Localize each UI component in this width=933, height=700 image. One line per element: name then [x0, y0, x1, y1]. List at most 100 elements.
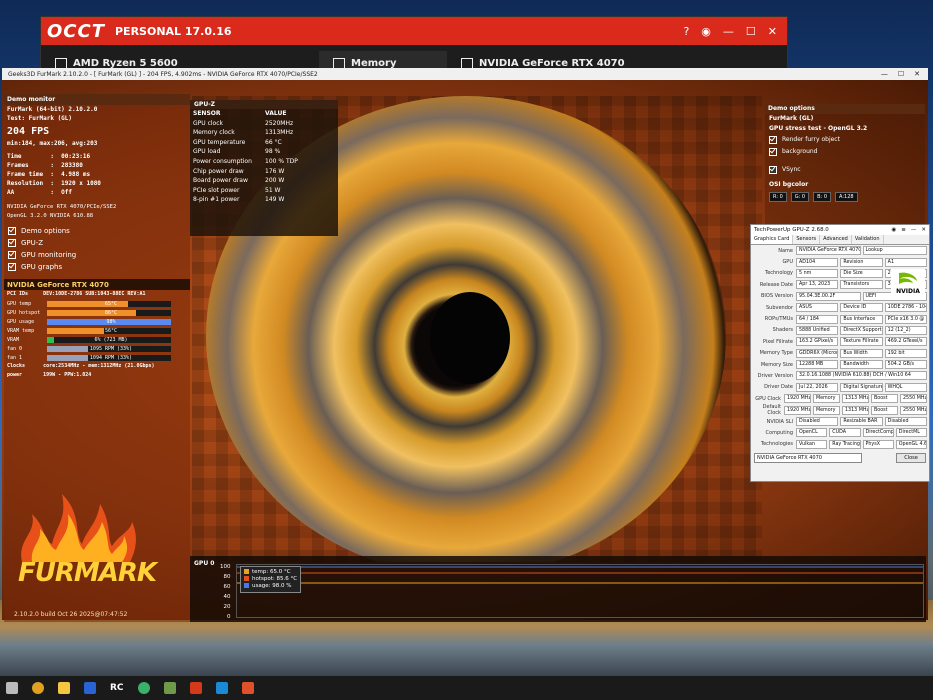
info-key: Technology — [764, 270, 793, 277]
meter-bar: 56°C — [47, 327, 171, 334]
info-fields: GDDR6X (Micron) Bus Width 192 bit — [796, 348, 927, 358]
app-icon[interactable] — [215, 682, 228, 694]
app-icon[interactable] — [84, 682, 96, 694]
sensor-value: 200 W — [265, 177, 285, 185]
gpu-select[interactable]: NVIDIA GeForce RTX 4070 — [754, 453, 862, 464]
info-fields: 12288 MB Bandwidth 504.2 GB/s — [796, 360, 927, 370]
app-icon[interactable] — [189, 682, 202, 694]
osi-a-field[interactable]: A:128 — [835, 192, 858, 202]
info-key: Name — [778, 247, 793, 254]
y-tick: 20 — [223, 604, 231, 610]
menu-icon[interactable]: ≡ — [901, 227, 906, 233]
clocks-line: Clocks core:2534MHz - mem:1312MHz (21.0G… — [7, 363, 155, 369]
osi-r-field[interactable]: R: 0 — [769, 192, 787, 202]
search-icon[interactable] — [6, 682, 18, 694]
gpuz-info-row: Pixel Fillrate 163.2 GPixel/s Texture Fill… — [751, 336, 929, 347]
close-icon[interactable]: ✕ — [921, 227, 926, 233]
y-tick: 0 — [227, 614, 231, 620]
info-key: Release Date — [759, 281, 793, 288]
info-field: Transistors — [840, 280, 883, 290]
info-field: Boost — [870, 405, 898, 415]
info-field: 1920 MHz — [783, 394, 811, 404]
info-field: ASUS — [796, 303, 839, 313]
close-icon[interactable]: ✕ — [768, 25, 777, 38]
info-field: 192 bit — [884, 348, 927, 358]
info-fields: AD104 Revision A1 — [796, 257, 927, 267]
graph-label: GPU 0 — [194, 560, 215, 567]
check-vsync[interactable]: VSync — [765, 164, 925, 176]
osi-g-field[interactable]: G: 0 — [790, 192, 810, 202]
tab-memory-label: Memory — [351, 57, 397, 69]
legend-swatch — [244, 569, 249, 574]
meter-value: 1094 RPM (33%) — [89, 354, 133, 361]
tab-graphics-card[interactable]: Graphics Card — [751, 235, 794, 244]
info-field: Resizable BAR — [840, 417, 883, 427]
help-icon[interactable]: ? — [683, 25, 689, 38]
gpuz-info-row: Driver Version 32.0.16.1088 (NVIDIA 610.8… — [751, 370, 929, 381]
tab-validation[interactable]: Validation — [852, 235, 884, 244]
gpuz-info-row: Technologies Vulkan Ray Tracing PhysX OpenGL… — [751, 439, 929, 450]
demo-options-header: Demo options — [765, 104, 925, 114]
app-icon[interactable] — [137, 682, 150, 694]
gpu-meters: GPU temp 65°C GPU hotspot 86°C GPU usage 98% V… — [4, 299, 190, 362]
meter-value: 98% — [106, 318, 116, 325]
rc-icon[interactable]: RC — [110, 683, 124, 693]
camera-icon[interactable]: ◉ — [891, 227, 896, 233]
tab-sensors[interactable]: Sensors — [793, 235, 821, 244]
check-label: GPU-Z — [21, 239, 44, 247]
minimize-icon[interactable]: — — [881, 70, 888, 78]
info-fields: 1920 MHz Memory 1313 MHz Boost 2550 MHz — [783, 394, 928, 404]
info-field: 64 / 184 — [796, 314, 839, 324]
close-icon[interactable]: ✕ — [914, 70, 920, 78]
demo-options-panel: Demo options FurMark (GL) GPU stress tes… — [765, 104, 925, 232]
sensor-value: 51 W — [265, 186, 281, 194]
graph-y-axis: 100 80 60 40 20 0 — [220, 562, 231, 622]
info-field: Revision — [840, 257, 883, 267]
sensor-name: Power consumption — [193, 157, 252, 165]
close-button[interactable]: Close — [896, 453, 926, 464]
osi-b-field[interactable]: B: 0 — [813, 192, 832, 202]
camera-icon[interactable]: ◉ — [701, 25, 711, 38]
info-field: 5 nm — [796, 268, 839, 278]
col-value-header: VALUE — [265, 110, 287, 117]
check-render-furry[interactable]: Render furry object — [765, 134, 925, 146]
tab-gpu-label: NVIDIA GeForce RTX 4070 — [479, 57, 625, 69]
minimize-icon[interactable]: — — [723, 25, 734, 38]
meter-label: fan 0 — [7, 345, 23, 352]
check-background[interactable]: background — [765, 146, 925, 158]
chrome-icon[interactable] — [32, 682, 44, 694]
meter-bar: 1094 RPM (33%) — [47, 354, 171, 361]
checkbox-icon — [8, 239, 16, 247]
info-field: 95.04.3E.00.2F — [796, 291, 861, 301]
maximize-icon[interactable]: ☐ — [746, 25, 756, 38]
info-field: PCIe x16 3.0 @ x16 3.0 — [884, 314, 927, 324]
check-gpu-graphs[interactable]: GPU graphs — [4, 261, 190, 273]
fps-readout: 204 FPS — [7, 126, 50, 137]
info-field: 1920 MHz — [783, 405, 811, 415]
sensor-name: Chip power draw — [193, 167, 244, 175]
app-icon[interactable] — [163, 682, 176, 694]
meter-bar: 98% — [47, 318, 171, 325]
checkbox-icon — [8, 263, 16, 271]
info-fields: 64 / 184Bus InterfacePCIe x16 3.0 @ x16 … — [796, 314, 927, 324]
info-field: DirectCompute — [862, 428, 894, 438]
folder-icon[interactable] — [58, 682, 70, 694]
gpuz-sensor-panel: GPU-Z SENSOR VALUE GPU clock 2520MHz Memor… — [190, 100, 338, 236]
info-field: Vulkan — [796, 439, 828, 449]
check-gpu-z[interactable]: GPU-Z — [4, 237, 190, 249]
minimize-icon[interactable]: — — [911, 227, 917, 233]
check-demo-options[interactable]: Demo options — [4, 225, 190, 237]
gpu-meter-row: VRAM temp 56°C — [4, 326, 190, 335]
check-label: background — [782, 148, 818, 155]
info-field: Device ID — [840, 303, 883, 313]
gpu-meter-row: GPU usage 98% — [4, 317, 190, 326]
info-field: Ray Tracing — [829, 439, 861, 449]
maximize-icon[interactable]: ☐ — [898, 70, 904, 78]
furmark-taskbar-icon[interactable] — [241, 682, 254, 694]
gpuz-info-row: GPU AD104 Revision A1 — [751, 256, 929, 267]
meter-label: GPU usage — [7, 318, 35, 325]
check-gpu-monitoring[interactable]: GPU monitoring — [4, 249, 190, 261]
info-field: 32.0.16.1088 (NVIDIA 610.88) DCH / Win10… — [796, 371, 927, 381]
info-field: GDDR6X (Micron) — [796, 348, 839, 358]
tab-advanced[interactable]: Advanced — [820, 235, 852, 244]
